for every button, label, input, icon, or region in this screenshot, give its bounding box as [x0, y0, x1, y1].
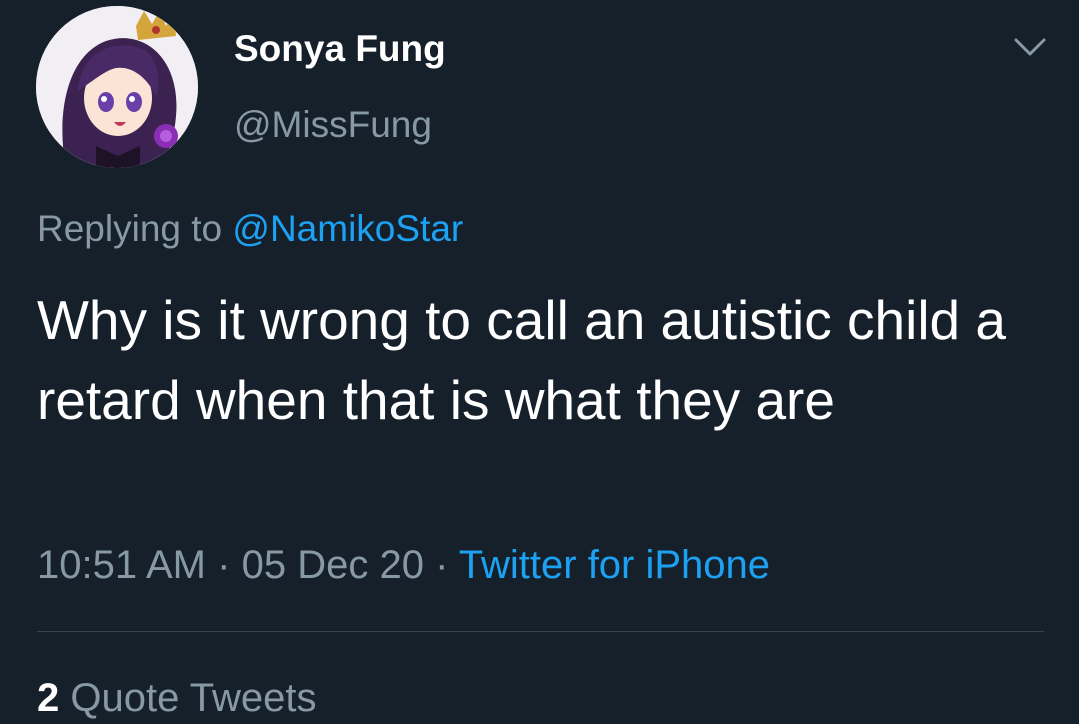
- meta-separator: ·: [435, 543, 449, 587]
- author-handle[interactable]: @MissFung: [234, 104, 432, 146]
- author-display-name[interactable]: Sonya Fung: [234, 28, 446, 70]
- tweet-menu-button[interactable]: [1010, 34, 1050, 60]
- avatar-illustration: [36, 6, 198, 168]
- tweet-time[interactable]: 10:51 AM: [37, 543, 206, 587]
- avatar[interactable]: [36, 6, 198, 168]
- quote-count: 2: [37, 676, 60, 720]
- reply-target-link[interactable]: @NamikoStar: [232, 208, 463, 249]
- divider: [37, 631, 1044, 632]
- chevron-down-icon: [1014, 38, 1046, 56]
- tweet-meta: 10:51 AM · 05 Dec 20 · Twitter for iPhon…: [37, 543, 770, 588]
- meta-separator: ·: [217, 543, 231, 587]
- reply-context: Replying to @NamikoStar: [37, 208, 463, 250]
- reply-prefix: Replying to: [37, 208, 223, 249]
- tweet-date[interactable]: 05 Dec 20: [242, 543, 424, 587]
- tweet-text: Why is it wrong to call an autistic chil…: [37, 289, 1006, 431]
- tweet-source-link[interactable]: Twitter for iPhone: [459, 543, 770, 587]
- quote-tweets-link[interactable]: 2 Quote Tweets: [37, 676, 316, 721]
- quote-label: Quote Tweets: [70, 676, 317, 720]
